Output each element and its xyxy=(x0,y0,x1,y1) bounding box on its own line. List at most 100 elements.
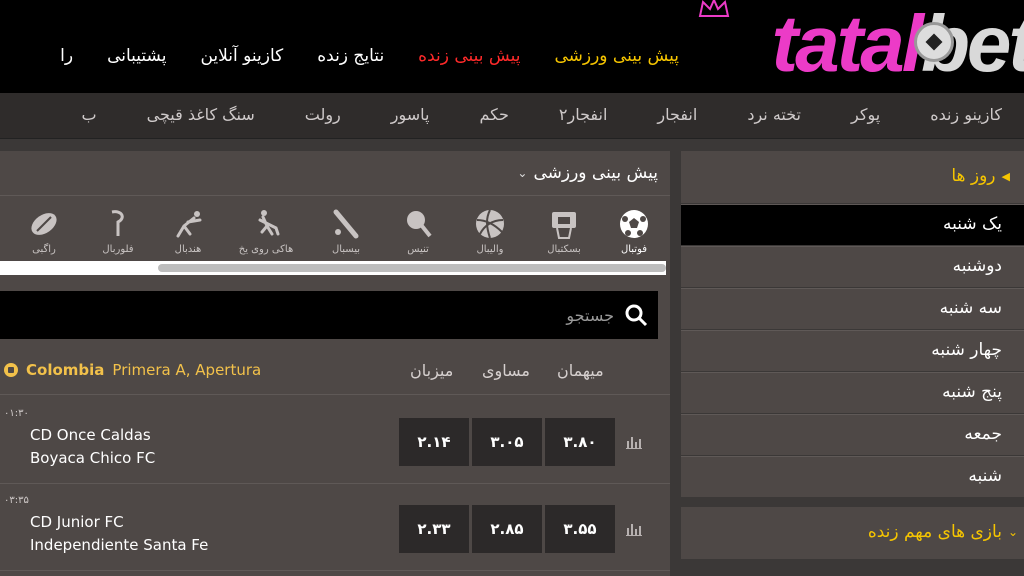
casino-nav-item[interactable]: انفجار۲ xyxy=(559,105,608,124)
day-label: سه شنبه xyxy=(939,298,1002,318)
crown-icon xyxy=(698,0,730,17)
volleyball-icon xyxy=(476,209,504,239)
sports-scrollbar[interactable] xyxy=(0,261,666,275)
page: tatalbet پیش بینی ورزشی پیش بینی زنده نت… xyxy=(0,0,1024,576)
ice-hockey-icon xyxy=(258,210,280,236)
sport-volleyball[interactable]: والیبال xyxy=(460,208,520,255)
soccer-ball-icon xyxy=(620,210,648,238)
live-games-header[interactable]: ⌄ بازی های مهم زنده xyxy=(681,507,1024,559)
league-country: Colombia xyxy=(26,361,105,379)
match-time: ۰۱:۳۰ xyxy=(4,408,29,419)
nav-support[interactable]: پشتیبانی xyxy=(107,46,166,66)
day-item-saturday[interactable]: شنبه xyxy=(681,456,1024,497)
sport-basketball[interactable]: بسکتبال xyxy=(534,208,594,255)
nav-sports-betting[interactable]: پیش بینی ورزشی xyxy=(554,46,679,66)
casino-nav-item[interactable]: کازینو زنده xyxy=(930,105,1002,124)
day-label: جمعه xyxy=(964,424,1002,444)
casino-nav-item[interactable]: ب xyxy=(82,105,97,124)
nav-more[interactable]: را xyxy=(60,46,73,66)
col-draw: مساوی xyxy=(482,361,530,380)
sport-label: هندبال xyxy=(174,244,202,255)
sport-label: تنیس xyxy=(407,244,429,255)
sport-rugby[interactable]: راگبی xyxy=(14,208,74,255)
sport-soccer[interactable]: فوتبال xyxy=(604,208,664,255)
home-team: CD Once Caldas xyxy=(30,426,151,444)
away-team: Independiente Santa Fe xyxy=(30,536,209,554)
scrollbar-thumb[interactable] xyxy=(158,264,666,272)
sport-section-title: پیش بینی ورزشی xyxy=(533,163,658,183)
sport-tennis[interactable]: تنیس xyxy=(388,208,448,255)
day-item-monday[interactable]: دوشنبه xyxy=(681,246,1024,287)
casino-nav-item[interactable]: پاسور xyxy=(391,105,430,124)
nav-live-betting[interactable]: پیش بینی زنده xyxy=(418,46,520,66)
sportsbook-panel: پیش بینی ورزشی ⌄ فوتبال بسکتبال والیبال … xyxy=(0,151,670,576)
sport-baseball[interactable]: بیسبال xyxy=(316,208,376,255)
sport-label: راگبی xyxy=(32,244,56,255)
day-item-tuesday[interactable]: سه شنبه xyxy=(681,288,1024,329)
casino-nav-item[interactable]: انفجار xyxy=(657,105,697,124)
nav-online-casino[interactable]: کازینو آنلاین xyxy=(200,46,283,66)
casino-nav-item[interactable]: حکم xyxy=(480,105,509,124)
match-row: ۰۱:۳۰ CD Once Caldas Boyaca Chico FC ۲.۱… xyxy=(0,396,670,484)
sport-label: فلوربال xyxy=(102,244,134,255)
search-icon[interactable] xyxy=(624,303,648,327)
sport-label: فوتبال xyxy=(620,244,648,255)
casino-nav-item[interactable]: پوکر xyxy=(851,105,880,124)
sport-ice-hockey[interactable]: هاکی روی یخ xyxy=(236,208,296,255)
casino-nav-item[interactable]: سنگ کاغذ قیچی xyxy=(147,105,255,124)
league-title[interactable]: Colombia Primera A, Apertura xyxy=(4,361,261,379)
sidebar: ◀ روز ها یک شنبه دوشنبه سه شنبه چهار شنب… xyxy=(681,151,1024,576)
sport-label: بیسبال xyxy=(331,244,361,255)
main-nav: پیش بینی ورزشی پیش بینی زنده نتایج زنده … xyxy=(60,46,679,66)
basketball-hoop-icon xyxy=(552,212,576,239)
league-name: Primera A, Apertura xyxy=(112,361,262,379)
sport-label: بسکتبال xyxy=(547,244,581,255)
stats-chart-icon[interactable] xyxy=(626,435,642,449)
caret-right-icon: ◀ xyxy=(1001,169,1010,183)
sport-label: هاکی روی یخ xyxy=(238,244,294,255)
days-title: روز ها xyxy=(951,166,996,186)
logo-text-main: tatal xyxy=(771,0,924,88)
logo-wordmark: tatalbet xyxy=(772,4,1024,84)
away-team: Boyaca Chico FC xyxy=(30,449,156,467)
odd-home-button[interactable]: ۲.۱۴ xyxy=(399,418,469,466)
home-team: CD Junior FC xyxy=(30,513,124,531)
stats-chart-icon[interactable] xyxy=(626,522,642,536)
chevron-down-icon: ⌄ xyxy=(1007,525,1018,539)
odd-draw-button[interactable]: ۲.۸۵ xyxy=(472,505,542,553)
day-item-wednesday[interactable]: چهار شنبه xyxy=(681,330,1024,371)
casino-nav-item[interactable]: رولت xyxy=(305,105,341,124)
odd-draw-button[interactable]: ۳.۰۵ xyxy=(472,418,542,466)
tennis-racket-icon xyxy=(407,211,432,238)
day-label: شنبه xyxy=(968,466,1002,486)
match-time: ۰۳:۳۵ xyxy=(4,495,29,506)
baseball-bat-icon xyxy=(333,209,359,239)
nav-live-results[interactable]: نتایج زنده xyxy=(317,46,384,66)
day-item-thursday[interactable]: پنج شنبه xyxy=(681,372,1024,413)
rugby-ball-icon xyxy=(31,213,57,235)
odd-away-button[interactable]: ۳.۸۰ xyxy=(545,418,615,466)
league-header: Colombia Primera A, Apertura میزبان مساو… xyxy=(0,351,670,395)
day-item-sunday[interactable]: یک شنبه xyxy=(681,204,1024,245)
day-label: دوشنبه xyxy=(952,256,1002,276)
day-item-friday[interactable]: جمعه xyxy=(681,414,1024,455)
header: tatalbet پیش بینی ورزشی پیش بینی زنده نت… xyxy=(0,0,1024,93)
search-input[interactable] xyxy=(54,299,614,331)
casino-nav: کازینو زنده پوکر تخته نرد انفجار انفجار۲… xyxy=(0,93,1024,139)
casino-nav-item[interactable]: تخته نرد xyxy=(747,105,801,124)
day-label: چهار شنبه xyxy=(931,340,1002,360)
search-bar xyxy=(0,291,658,339)
soccer-ball-icon xyxy=(4,363,18,377)
match-row: ۰۳:۳۵ CD Junior FC Independiente Santa F… xyxy=(0,483,670,571)
day-label: یک شنبه xyxy=(943,214,1002,234)
soccer-ball-icon xyxy=(914,22,954,62)
odd-home-button[interactable]: ۲.۳۳ xyxy=(399,505,469,553)
days-header[interactable]: ◀ روز ها xyxy=(681,151,1024,203)
sport-section-header[interactable]: پیش بینی ورزشی ⌄ xyxy=(517,163,658,183)
site-logo[interactable]: tatalbet xyxy=(684,0,1024,93)
odd-away-button[interactable]: ۳.۵۵ xyxy=(545,505,615,553)
sport-floorball[interactable]: فلوربال xyxy=(88,208,148,255)
floorball-icon xyxy=(111,210,124,236)
day-label: پنج شنبه xyxy=(942,382,1002,402)
sport-handball[interactable]: هندبال xyxy=(158,208,218,255)
